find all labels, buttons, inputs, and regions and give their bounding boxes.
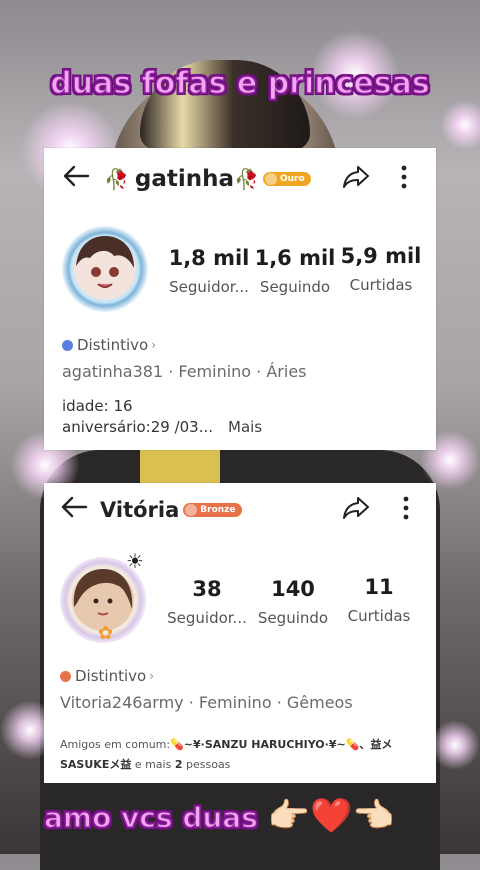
- level-badge: Ouro: [262, 172, 311, 186]
- bio-birthday: aniversário:29 /03...: [62, 418, 214, 436]
- followers-count: 1,8 mil: [168, 246, 250, 270]
- stat-following[interactable]: 1,6 mil Seguindo: [250, 246, 340, 296]
- bio-age: idade: 16: [62, 397, 133, 415]
- likes-count: 11: [364, 575, 394, 599]
- profile-card-vitoria: Vitória Bronze ☀ ✿ 38 Seguidor... 140 Se…: [44, 483, 436, 783]
- bottom-caption-row: amo vcs duas 👉🏻❤️👈🏻: [43, 796, 464, 836]
- mutual-friends-names: 💊~¥·SANZU HARUCHIYO·¥~💊、益メ: [170, 738, 393, 751]
- mutual-text-a: e mais: [131, 758, 175, 771]
- followers-count: 38: [192, 577, 222, 601]
- following-label: Seguindo: [257, 609, 329, 627]
- following-label: Seguindo: [259, 278, 331, 296]
- badge-medal-icon: [185, 504, 198, 516]
- badge-medal-icon: [264, 173, 277, 185]
- level-badge: Bronze: [183, 503, 242, 517]
- stat-likes[interactable]: 11 Curtidas: [334, 575, 424, 625]
- likes-label: Curtidas: [349, 276, 413, 294]
- back-arrow-icon[interactable]: [62, 164, 90, 194]
- badge-label: Bronze: [200, 505, 236, 515]
- share-icon[interactable]: [342, 495, 370, 525]
- distintivo-badge-icon: [60, 670, 71, 682]
- anime-avatar-image: [74, 236, 136, 300]
- sun-sticker-icon: ☀: [126, 549, 144, 573]
- mutual-text-b: pessoas: [182, 758, 231, 771]
- more-vertical-icon[interactable]: [402, 495, 410, 525]
- more-vertical-icon[interactable]: [400, 164, 408, 194]
- profile-name: Vitória: [100, 498, 180, 522]
- badge-label: Ouro: [279, 174, 305, 184]
- profile-info-line: agatinha381 · Feminino · Áries: [62, 362, 307, 381]
- mutual-friend-name: SASUKEメ益: [60, 758, 132, 771]
- followers-label: Seguidor...: [167, 609, 247, 627]
- sparkle: [430, 720, 480, 770]
- stat-likes[interactable]: 5,9 mil Curtidas: [336, 244, 426, 294]
- likes-count: 5,9 mil: [340, 244, 422, 268]
- followers-label: Seguidor...: [169, 278, 249, 296]
- distintivo-label: Distintivo: [77, 336, 149, 354]
- mutual-friends[interactable]: Amigos em comum:💊~¥·SANZU HARUCHIYO·¥~💊、…: [60, 735, 432, 775]
- sparkle: [440, 100, 480, 150]
- profile-name: gatinha: [134, 166, 235, 192]
- stat-following[interactable]: 140 Seguindo: [248, 577, 338, 627]
- share-icon[interactable]: [342, 164, 370, 194]
- distintivo-link[interactable]: Distintivo ›: [62, 336, 156, 354]
- following-count: 1,6 mil: [254, 246, 336, 270]
- avatar[interactable]: [62, 226, 148, 312]
- following-count: 140: [271, 577, 315, 601]
- mutual-friends-label: Amigos em comum:: [60, 738, 171, 751]
- back-arrow-icon[interactable]: [60, 495, 88, 525]
- stat-followers[interactable]: 38 Seguidor...: [162, 577, 252, 627]
- profile-info-line: Vitoria246army · Feminino · Gêmeos: [60, 693, 353, 712]
- likes-label: Curtidas: [347, 607, 411, 625]
- top-caption: duas fofas e princesas: [50, 65, 431, 102]
- chevron-right-icon: ›: [151, 338, 157, 352]
- bio-more-link[interactable]: Mais: [228, 418, 262, 436]
- distintivo-label: Distintivo: [75, 667, 147, 685]
- bottom-caption: amo vcs duas: [43, 800, 258, 835]
- distintivo-link[interactable]: Distintivo ›: [60, 667, 154, 685]
- rose-emoji-right: 🥀: [234, 167, 259, 191]
- chevron-right-icon: ›: [149, 669, 155, 683]
- distintivo-badge-icon: [62, 339, 73, 351]
- profile-card-gatinha: 🥀 gatinha 🥀 Ouro 1,8 mil Seguidor... 1,6…: [44, 148, 436, 450]
- flower-sticker-icon: ✿: [98, 623, 114, 644]
- rose-emoji-left: 🥀: [104, 167, 129, 191]
- pointing-heart-emojis: 👉🏻❤️👈🏻: [267, 796, 395, 836]
- mutual-count: 2: [174, 758, 183, 771]
- stat-followers[interactable]: 1,8 mil Seguidor...: [164, 246, 254, 296]
